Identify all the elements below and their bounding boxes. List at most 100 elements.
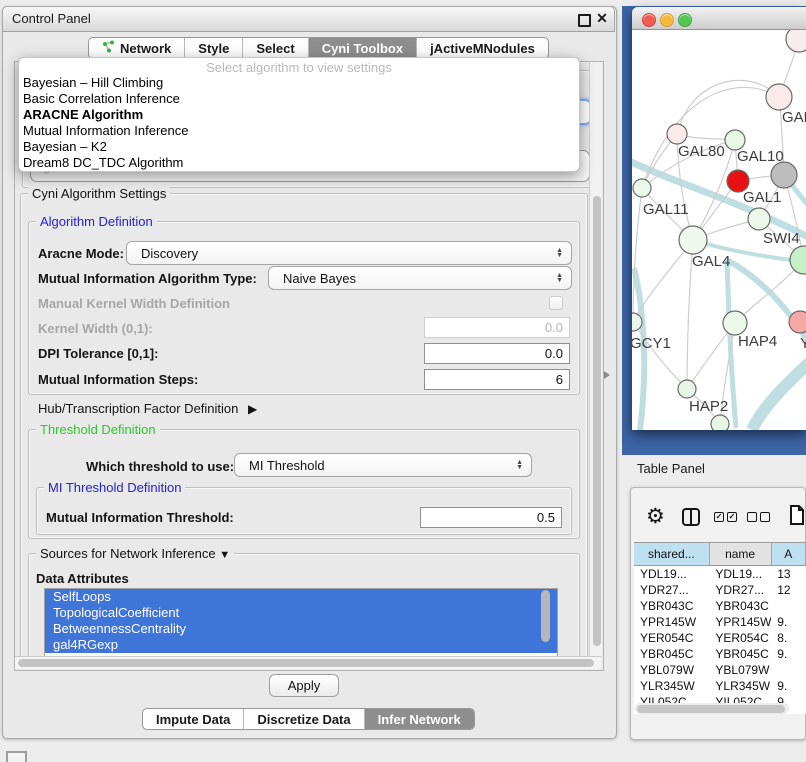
algorithm-option[interactable]: ARACNE Algorithm — [23, 107, 575, 123]
network-tab-icon — [102, 40, 115, 56]
control-panel-tabs: Network Style Select Cyni Toolbox jActiv… — [88, 37, 549, 59]
data-attribute-item[interactable]: gal4RGexp — [45, 637, 557, 653]
float-window-icon[interactable] — [578, 14, 591, 27]
minimized-panel-icon[interactable] — [6, 751, 27, 762]
unchecked-checkbox-icon[interactable] — [760, 512, 770, 522]
close-icon[interactable]: ✕ — [595, 11, 609, 25]
table-column-header[interactable]: name — [710, 543, 772, 565]
cyni-algorithm-settings-title: Cyni Algorithm Settings — [28, 186, 170, 201]
combo-arrows-icon: ▲▼ — [556, 248, 571, 258]
network-node[interactable] — [725, 130, 745, 150]
mac-minimize-button[interactable] — [660, 13, 674, 27]
table-row[interactable]: YER054CYER054C8. — [634, 630, 806, 646]
mi-threshold-field[interactable]: 0.5 — [420, 507, 562, 528]
manual-kernel-width-checkbox[interactable] — [549, 296, 563, 310]
mi-algorithm-type-label: Mutual Information Algorithm Type: — [38, 271, 257, 286]
expander-down-arrow-icon: ▼ — [219, 549, 230, 561]
tab-select[interactable]: Select — [243, 38, 308, 58]
table-cell: YBR045C — [634, 646, 709, 662]
network-node[interactable] — [633, 179, 651, 197]
tab-jactivemnodules[interactable]: jActiveMNodules — [417, 38, 548, 58]
tab-infer-network[interactable]: Infer Network — [365, 709, 474, 729]
tab-impute-data[interactable]: Impute Data — [143, 709, 244, 729]
network-node[interactable] — [790, 246, 806, 274]
mac-maximize-button[interactable] — [678, 13, 692, 27]
network-node[interactable] — [748, 208, 770, 230]
dpi-tolerance-field[interactable]: 0.0 — [424, 343, 570, 364]
settings-vscrollbar-track[interactable] — [589, 62, 602, 656]
apply-button[interactable]: Apply — [269, 674, 339, 697]
checked-checkbox-icon[interactable]: ✓ — [727, 512, 737, 522]
splitpane-collapse-arrow-icon[interactable] — [604, 371, 610, 379]
network-node[interactable] — [786, 30, 806, 52]
table-cell: YER054C — [634, 630, 709, 646]
tab-discretize-data[interactable]: Discretize Data — [244, 709, 364, 729]
network-window-titlebar[interactable] — [632, 7, 806, 30]
network-node[interactable] — [766, 84, 792, 110]
table-row[interactable]: YBR045CYBR045C9. — [634, 646, 806, 662]
network-node[interactable] — [667, 124, 687, 144]
algorithm-option[interactable]: Basic Correlation Inference — [23, 91, 575, 107]
network-node-label: SWI4 — [763, 230, 800, 247]
table-cell — [771, 662, 806, 678]
sources-title[interactable]: Sources for Network Inference ▼ — [36, 546, 234, 561]
table-hscrollbar-thumb[interactable] — [637, 705, 785, 713]
kernel-width-field[interactable]: 0.0 — [424, 317, 570, 338]
data-attributes-list[interactable]: SelfLoopsTopologicalCoefficientBetweenne… — [44, 588, 558, 658]
table-row[interactable]: YDL19...YDL19...13 — [634, 566, 806, 582]
network-node[interactable] — [678, 380, 696, 398]
table-cell: YDR27... — [709, 582, 771, 598]
table-column-header[interactable]: A — [772, 543, 806, 565]
mi-algorithm-type-combobox[interactable]: Naive Bayes ▲▼ — [268, 266, 572, 290]
mac-close-button[interactable] — [642, 13, 656, 27]
tab-network[interactable]: Network — [89, 38, 185, 58]
network-node[interactable] — [723, 311, 747, 335]
algorithm-option[interactable]: Bayesian – K2 — [23, 139, 575, 155]
mi-steps-field[interactable]: 6 — [424, 369, 570, 390]
data-attribute-item[interactable]: SelfLoops — [45, 589, 557, 605]
network-canvas[interactable]: GALGAL80GAL10GAL11GAL1SWI4GAL4GCY1HAP4YH… — [632, 30, 806, 430]
network-node[interactable] — [711, 415, 729, 430]
gear-icon[interactable]: ⚙ — [646, 504, 665, 528]
data-attributes-label: Data Attributes — [36, 571, 129, 586]
table-cell: 9. — [771, 678, 806, 694]
settings-hscrollbar-track[interactable] — [15, 656, 601, 669]
new-table-icon[interactable] — [789, 505, 805, 528]
which-threshold-combobox[interactable]: MI Threshold ▲▼ — [234, 453, 532, 477]
data-attribute-item[interactable]: BetweennessCentrality — [45, 621, 557, 637]
checked-checkbox-icon[interactable]: ✓ — [714, 512, 724, 522]
algorithm-option[interactable]: Mutual Information Inference — [23, 123, 575, 139]
network-graph: GALGAL80GAL10GAL11GAL1SWI4GAL4GCY1HAP4YH… — [632, 30, 806, 430]
tab-cyni-toolbox[interactable]: Cyni Toolbox — [309, 38, 417, 58]
combo-arrows-icon: ▲▼ — [516, 460, 531, 470]
table-row[interactable]: YBR043CYBR043C — [634, 598, 806, 614]
bottom-tabs: Impute Data Discretize Data Infer Networ… — [142, 708, 475, 730]
dpi-tolerance-label: DPI Tolerance [0,1]: — [38, 346, 158, 361]
table-cell: YBR043C — [634, 598, 709, 614]
table-column-header[interactable]: shared... — [634, 543, 710, 565]
network-node[interactable] — [679, 226, 707, 254]
split-columns-icon[interactable] — [682, 508, 700, 526]
algorithm-option[interactable]: Bayesian – Hill Climbing — [23, 75, 575, 91]
attribute-table: shared...nameA YDL19...YDL19...13YDR27..… — [634, 542, 806, 714]
settings-hscrollbar-thumb[interactable] — [18, 659, 594, 667]
control-panel-titlebar[interactable] — [2, 6, 615, 32]
aracne-mode-combobox[interactable]: Discovery ▲▼ — [126, 241, 572, 265]
network-node[interactable] — [789, 311, 806, 333]
table-row[interactable]: YDR27...YDR27...12 — [634, 582, 806, 598]
table-row[interactable]: YPR145WYPR145W9. — [634, 614, 806, 630]
algorithm-option[interactable]: Dream8 DC_TDC Algorithm — [23, 155, 575, 171]
table-row[interactable]: YLR345WYLR345W9. — [634, 678, 806, 694]
tab-style[interactable]: Style — [185, 38, 243, 58]
table-hscrollbar-track[interactable] — [635, 703, 789, 714]
attr-list-scrollbar[interactable] — [541, 590, 550, 642]
table-cell: YPR145W — [709, 614, 771, 630]
hub-definition-expander[interactable]: Hub/Transcription Factor Definition ▶ — [38, 401, 257, 416]
table-row[interactable]: YBL079WYBL079W — [634, 662, 806, 678]
table-cell: YLR345W — [634, 678, 709, 694]
data-attribute-item[interactable]: TopologicalCoefficient — [45, 605, 557, 621]
settings-vscrollbar-thumb[interactable] — [593, 196, 601, 646]
network-node[interactable] — [771, 162, 797, 188]
manual-kernel-width-label: Manual Kernel Width Definition — [38, 296, 230, 311]
unchecked-checkbox-icon[interactable] — [747, 512, 757, 522]
